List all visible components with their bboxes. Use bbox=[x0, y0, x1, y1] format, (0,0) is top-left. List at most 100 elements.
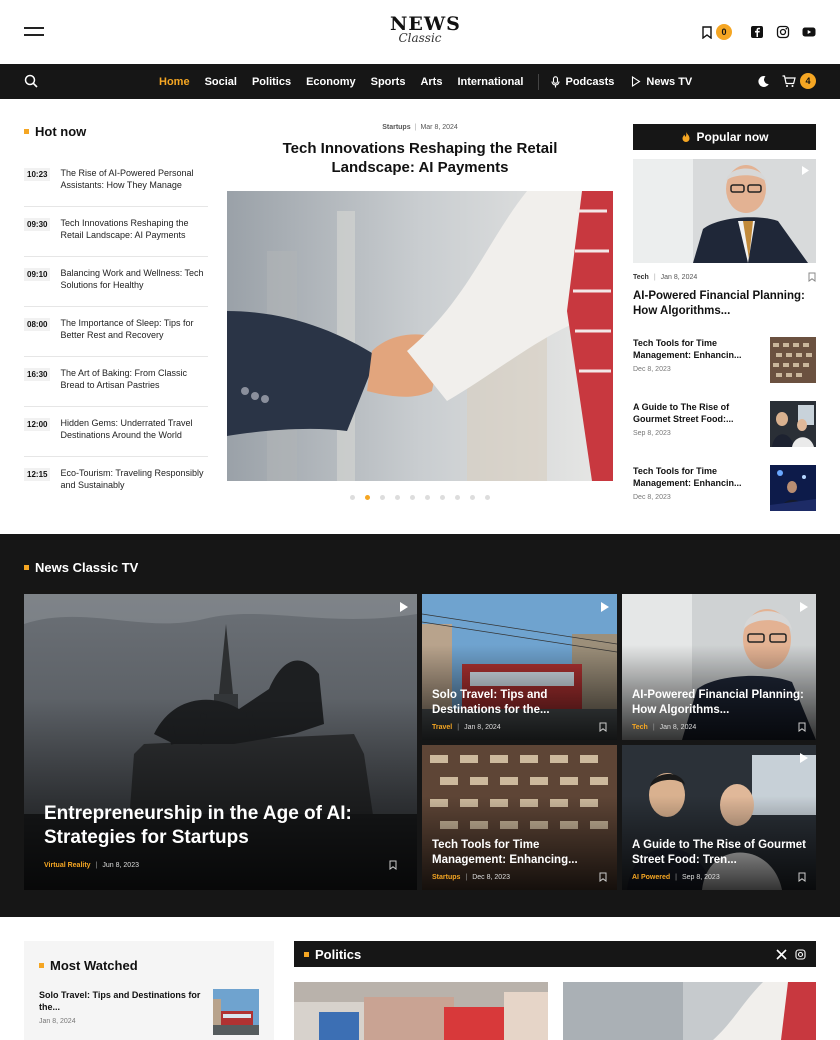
tv-card-category[interactable]: Tech bbox=[632, 724, 648, 731]
hot-now-item[interactable]: 10:23 The Rise of AI-Powered Personal Ass… bbox=[24, 157, 208, 207]
slider-dot[interactable] bbox=[485, 495, 490, 500]
tv-card-meta: Virtual Reality | Jun 8, 2023 bbox=[44, 860, 397, 870]
site-logo[interactable]: NEWS Classic bbox=[390, 14, 460, 50]
slider-dot-active[interactable] bbox=[365, 495, 370, 500]
hot-now-item-title[interactable]: Eco-Tourism: Traveling Responsibly and S… bbox=[60, 467, 208, 495]
popular-thumb-concert[interactable] bbox=[770, 465, 816, 511]
nav-item-economy[interactable]: Economy bbox=[306, 76, 356, 88]
slider-dot[interactable] bbox=[440, 495, 445, 500]
tv-card-category[interactable]: Virtual Reality bbox=[44, 862, 91, 869]
search-icon[interactable] bbox=[24, 74, 38, 88]
slider-dot[interactable] bbox=[455, 495, 460, 500]
tv-card-category[interactable]: AI Powered bbox=[632, 874, 670, 881]
facebook-icon[interactable] bbox=[750, 25, 764, 39]
hot-now-item[interactable]: 12:15 Eco-Tourism: Traveling Responsibly … bbox=[24, 457, 208, 507]
youtube-icon[interactable] bbox=[802, 25, 816, 39]
politics-title[interactable]: Politics bbox=[315, 947, 361, 962]
tv-card-featured[interactable]: Entrepreneurship in the Age of AI: Strat… bbox=[24, 594, 417, 890]
most-watched-item-title[interactable]: Solo Travel: Tips and Destinations for t… bbox=[39, 989, 205, 1013]
slider-dot[interactable] bbox=[410, 495, 415, 500]
featured-category[interactable]: Startups bbox=[382, 124, 410, 131]
menu-icon[interactable] bbox=[24, 27, 44, 37]
politics-image-market[interactable] bbox=[294, 982, 548, 1040]
politics-image-handshake[interactable] bbox=[563, 982, 816, 1040]
slider-dot[interactable] bbox=[380, 495, 385, 500]
instagram-icon[interactable] bbox=[795, 948, 806, 960]
hot-now-list: 10:23 The Rise of AI-Powered Personal Ass… bbox=[24, 157, 208, 507]
popular-thumb-meeting[interactable] bbox=[770, 401, 816, 447]
bookmark-icon[interactable] bbox=[808, 272, 816, 282]
nav-item-social[interactable]: Social bbox=[205, 76, 237, 88]
popular-item[interactable]: Tech Tools for Time Management: Enhancin… bbox=[633, 465, 816, 511]
hot-now-item-title[interactable]: The Rise of AI-Powered Personal Assistan… bbox=[60, 167, 208, 194]
hot-now-item[interactable]: 09:30 Tech Innovations Reshaping the Reta… bbox=[24, 207, 208, 257]
cart-button[interactable]: 4 bbox=[782, 73, 816, 89]
tv-card-title[interactable]: A Guide to The Rise of Gourmet Street Fo… bbox=[632, 838, 806, 868]
hot-now-item-title[interactable]: The Importance of Sleep: Tips for Better… bbox=[60, 317, 208, 344]
nav-item-podcasts[interactable]: Podcasts bbox=[551, 76, 614, 88]
bookmark-icon[interactable] bbox=[389, 860, 397, 870]
nav-item-sports[interactable]: Sports bbox=[371, 76, 406, 88]
slider-dot[interactable] bbox=[350, 495, 355, 500]
hot-now-item-title[interactable]: Balancing Work and Wellness: Tech Soluti… bbox=[60, 267, 208, 294]
politics-header: Politics bbox=[294, 941, 816, 967]
tv-card-title[interactable]: AI-Powered Financial Planning: How Algor… bbox=[632, 688, 806, 718]
bookmarks-button[interactable]: 0 bbox=[702, 24, 732, 40]
hot-now-item-title[interactable]: Tech Innovations Reshaping the Retail La… bbox=[60, 217, 208, 244]
popular-item[interactable]: A Guide to The Rise of Gourmet Street Fo… bbox=[633, 401, 816, 447]
dark-mode-icon[interactable] bbox=[757, 75, 770, 88]
popular-main-date: Jan 8, 2024 bbox=[660, 273, 698, 281]
popular-main-title[interactable]: AI-Powered Financial Planning: How Algor… bbox=[633, 289, 816, 319]
tv-card[interactable]: AI-Powered Financial Planning: How Algor… bbox=[622, 594, 816, 740]
slider-dot[interactable] bbox=[395, 495, 400, 500]
hot-now-item[interactable]: 08:00 The Importance of Sleep: Tips for B… bbox=[24, 307, 208, 357]
tv-card-title[interactable]: Solo Travel: Tips and Destinations for t… bbox=[432, 688, 607, 718]
nav-item-news-tv[interactable]: News TV bbox=[631, 76, 692, 88]
popular-item[interactable]: Tech Tools for Time Management: Enhancin… bbox=[633, 337, 816, 383]
hot-now-item[interactable]: 16:30 The Art of Baking: From Classic Bre… bbox=[24, 357, 208, 407]
slider-dot[interactable] bbox=[425, 495, 430, 500]
nav-item-arts[interactable]: Arts bbox=[420, 76, 442, 88]
time-tag: 09:10 bbox=[24, 268, 51, 281]
hot-now-item[interactable]: 12:00 Hidden Gems: Underrated Travel Dest… bbox=[24, 407, 208, 457]
bookmark-icon[interactable] bbox=[599, 872, 607, 882]
hot-now-item[interactable]: 09:10 Balancing Work and Wellness: Tech S… bbox=[24, 257, 208, 307]
popular-thumb-classroom[interactable] bbox=[770, 337, 816, 383]
featured-image-handshake[interactable] bbox=[227, 191, 613, 481]
slider-dot[interactable] bbox=[470, 495, 475, 500]
hot-now-item-title[interactable]: The Art of Baking: From Classic Bread to… bbox=[60, 367, 208, 394]
instagram-icon[interactable] bbox=[776, 25, 790, 39]
nav-item-politics[interactable]: Politics bbox=[252, 76, 291, 88]
popular-main-image-businessman[interactable] bbox=[633, 159, 816, 263]
tv-card-category[interactable]: Travel bbox=[432, 724, 452, 731]
bookmark-icon[interactable] bbox=[798, 872, 806, 882]
most-watched-thumb-tram[interactable] bbox=[213, 989, 259, 1035]
popular-main-category[interactable]: Tech bbox=[633, 274, 649, 281]
most-watched-item[interactable]: Solo Travel: Tips and Destinations for t… bbox=[39, 989, 259, 1035]
nav-item-home[interactable]: Home bbox=[159, 76, 190, 88]
section-title: News Classic TV bbox=[24, 560, 138, 575]
nav-item-international[interactable]: International bbox=[457, 76, 523, 88]
tv-card-title[interactable]: Tech Tools for Time Management: Enhancin… bbox=[432, 838, 607, 868]
nav-news-tv-label: News TV bbox=[646, 75, 693, 88]
tv-card[interactable]: A Guide to The Rise of Gourmet Street Fo… bbox=[622, 745, 816, 890]
accent-square bbox=[24, 129, 29, 134]
popular-item-date: Sep 8, 2023 bbox=[633, 430, 671, 437]
bookmark-icon[interactable] bbox=[798, 722, 806, 732]
tv-card-title[interactable]: Entrepreneurship in the Age of AI: Strat… bbox=[44, 802, 397, 850]
x-twitter-icon[interactable] bbox=[776, 948, 787, 960]
popular-item-title[interactable]: A Guide to The Rise of Gourmet Street Fo… bbox=[633, 401, 762, 425]
hot-now-item-title[interactable]: Hidden Gems: Underrated Travel Destinati… bbox=[60, 417, 208, 444]
bookmark-icon bbox=[702, 25, 712, 39]
tv-card-text: A Guide to The Rise of Gourmet Street Fo… bbox=[632, 838, 806, 882]
section-title: Most Watched bbox=[39, 958, 259, 973]
featured-title[interactable]: Tech Innovations Reshaping the Retail La… bbox=[227, 139, 613, 177]
bookmark-icon[interactable] bbox=[599, 722, 607, 732]
tv-card[interactable]: Tech Tools for Time Management: Enhancin… bbox=[422, 745, 617, 890]
header-actions: 0 bbox=[702, 22, 816, 42]
popular-item-title[interactable]: Tech Tools for Time Management: Enhancin… bbox=[633, 337, 762, 361]
tv-card-category[interactable]: Startups bbox=[432, 874, 460, 881]
tv-card[interactable]: Solo Travel: Tips and Destinations for t… bbox=[422, 594, 617, 740]
most-watched-section: Most Watched Solo Travel: Tips and Desti… bbox=[24, 941, 274, 1040]
popular-item-title[interactable]: Tech Tools for Time Management: Enhancin… bbox=[633, 465, 762, 489]
